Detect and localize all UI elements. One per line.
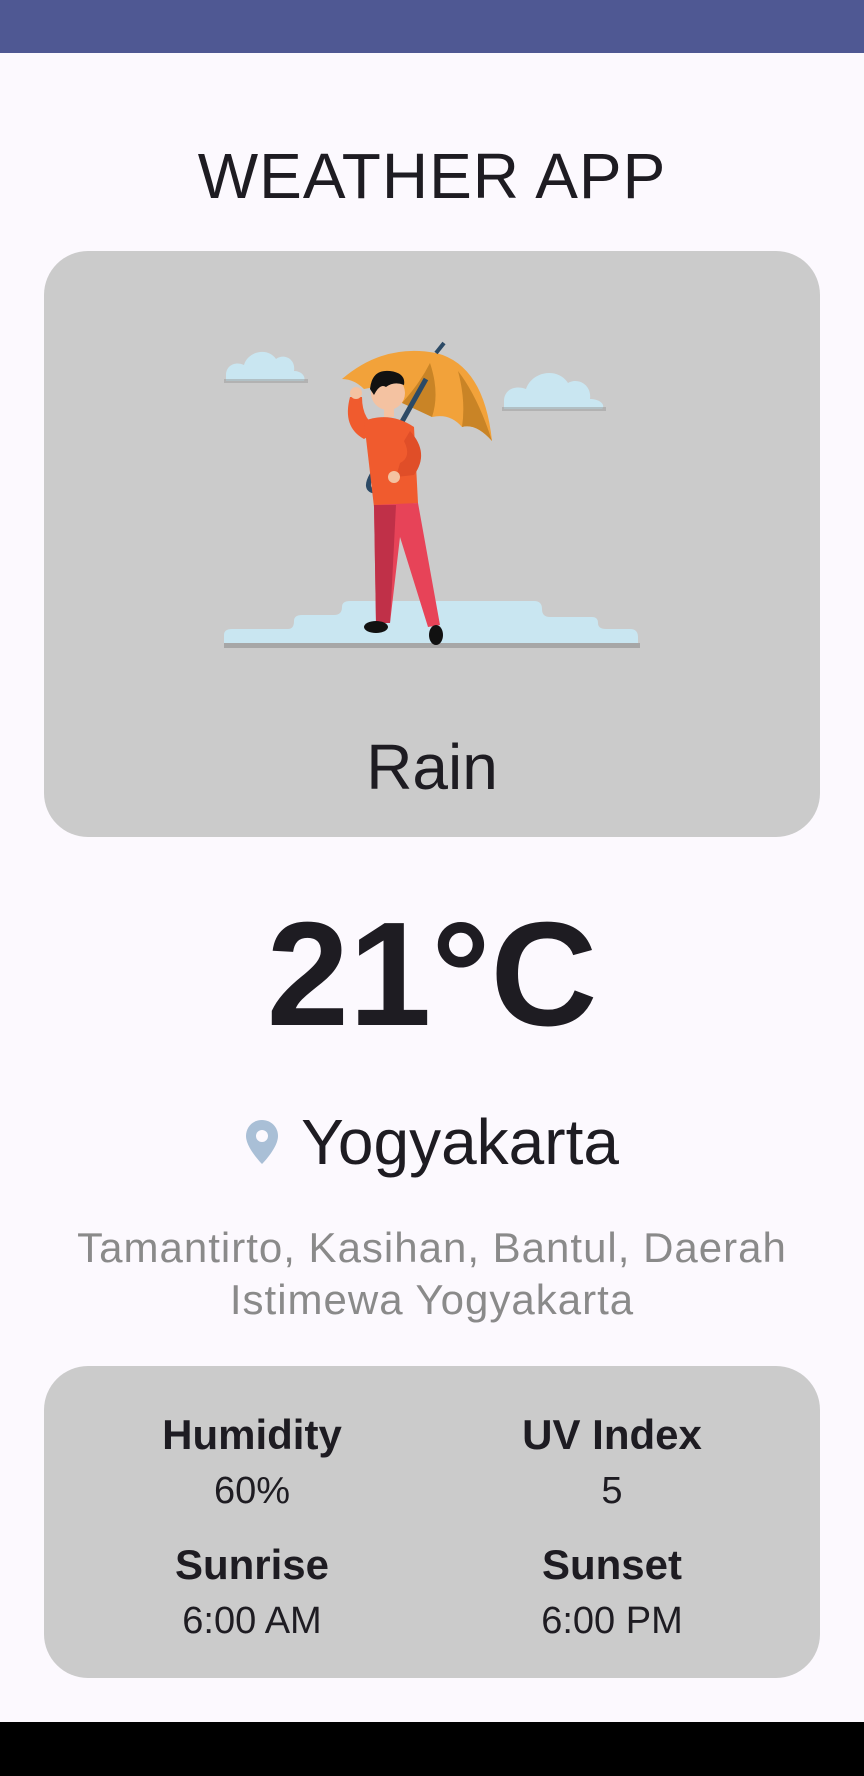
sunset-detail: Sunset 6:00 PM	[462, 1540, 762, 1646]
uv-index-detail: UV Index 5	[462, 1410, 762, 1516]
sunrise-label: Sunrise	[174, 1541, 330, 1588]
uv-index-label: UV Index	[522, 1411, 702, 1458]
city-name: Yogyakarta	[301, 1106, 619, 1178]
sunrise-detail: Sunrise 6:00 AM	[102, 1540, 402, 1646]
weather-condition: Rain	[366, 731, 498, 803]
address-text: Tamantirto, Kasihan, Bantul, Daerah Isti…	[77, 1224, 787, 1323]
uv-index-value: 5	[601, 1470, 623, 1512]
weather-card: Rain	[44, 251, 820, 837]
location-row: Yogyakarta	[0, 1100, 864, 1184]
status-bar	[0, 0, 864, 53]
humidity-value: 60%	[213, 1470, 291, 1512]
sunrise-value: 6:00 AM	[182, 1600, 322, 1642]
rain-umbrella-illustration	[224, 341, 640, 648]
humidity-detail: Humidity 60%	[102, 1410, 402, 1516]
cloud-icon	[224, 351, 308, 383]
details-card: Humidity 60% UV Index 5 Sunrise 6:00 AM …	[44, 1366, 820, 1678]
sunset-label: Sunset	[541, 1541, 683, 1588]
location-pin-icon	[246, 1120, 279, 1164]
temperature-value: 21°C	[266, 892, 598, 1057]
cloud-icon	[502, 372, 606, 411]
app-title: WEATHER APP	[197, 140, 667, 212]
navigation-bar	[0, 1722, 864, 1776]
sunset-value: 6:00 PM	[541, 1600, 683, 1642]
humidity-label: Humidity	[162, 1411, 342, 1458]
